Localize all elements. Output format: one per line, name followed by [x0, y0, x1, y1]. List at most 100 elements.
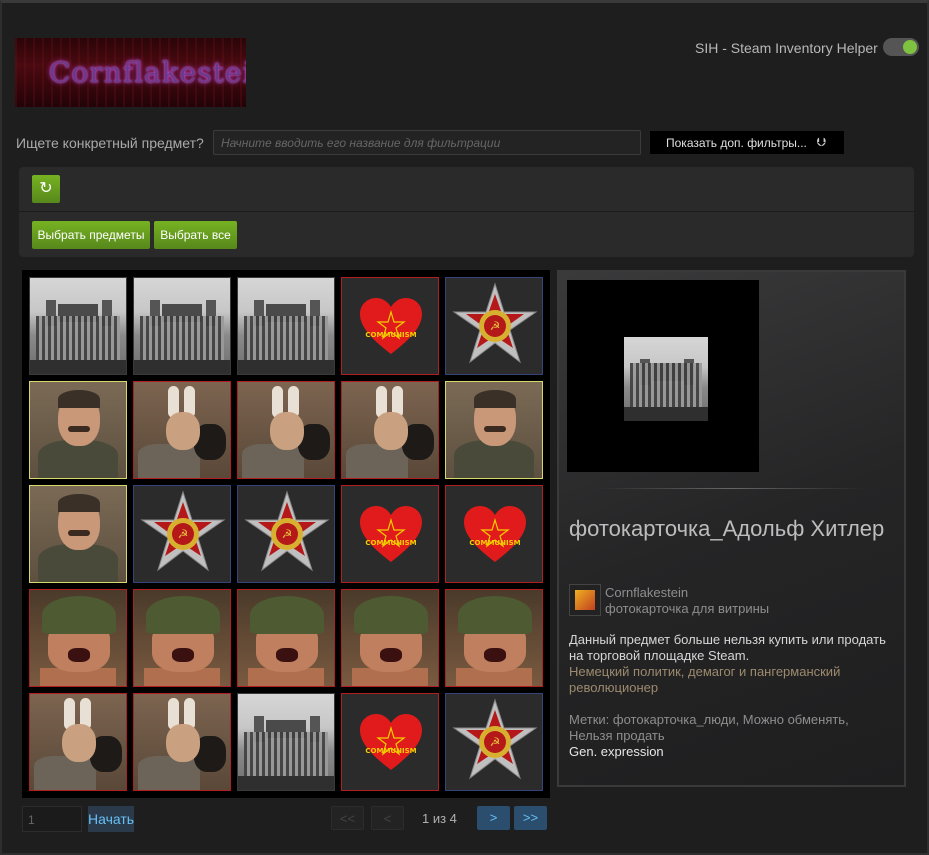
item-type: фотокарточка для витрины [605, 601, 770, 616]
tile-image-part [68, 648, 90, 662]
inventory-item-communism-heart[interactable]: COMMUNISM [445, 485, 543, 583]
inventory-item-war-medal[interactable]: ☭ [445, 693, 543, 791]
inventory-window: Cornflakestein SIH - Steam Inventory Hel… [0, 0, 929, 855]
item-image-box [567, 280, 759, 472]
inventory-item-reichstag[interactable] [133, 277, 231, 375]
inventory-item-war-medal[interactable]: ☭ [237, 485, 335, 583]
inventory-item-reichstag[interactable] [29, 277, 127, 375]
tile-image-part [36, 316, 120, 362]
tile-image-part [360, 298, 422, 354]
tile-image-part [360, 506, 422, 562]
tile-image-part: ☭ [490, 319, 501, 333]
tile-image-part [244, 316, 328, 362]
item-tags: Метки: фотокарточка_люди, Можно обменять… [569, 712, 849, 743]
inventory-item-stalin[interactable] [29, 485, 127, 583]
prev-page-button[interactable]: < [371, 806, 404, 830]
inventory-item-hitler-bunny[interactable] [237, 381, 335, 479]
filter-label: Ищете конкретный предмет? [16, 135, 204, 151]
item-flavor-text: Немецкий политик, демагог и пангермански… [569, 664, 841, 695]
next-page-button[interactable]: > [477, 806, 510, 830]
inventory-item-communism-heart[interactable]: COMMUNISM [341, 485, 439, 583]
item-expression: Gen. expression [569, 744, 664, 759]
tile-image-part: COMMUNISM [360, 298, 422, 354]
page-indicator: 1 из 4 [422, 811, 457, 826]
inventory-item-soldier[interactable] [445, 589, 543, 687]
go-to-page-button[interactable]: Начать [88, 806, 134, 832]
inventory-item-reichstag[interactable] [237, 693, 335, 791]
tile-image-part [346, 444, 408, 478]
image-detail [630, 363, 702, 409]
page-number-input[interactable]: 1 [22, 806, 82, 832]
action-panel: ↻ Выбрать предметы Выбрать все [19, 167, 914, 257]
select-items-button[interactable]: Выбрать предметы [32, 221, 150, 249]
inventory-item-soldier[interactable] [133, 589, 231, 687]
last-page-button[interactable]: >> [514, 806, 547, 830]
inventory-item-soldier[interactable] [237, 589, 335, 687]
toggle-knob [903, 40, 917, 54]
inventory-item-hitler-bunny[interactable] [29, 693, 127, 791]
tile-image-part: ☭ [452, 282, 538, 364]
tile-image-part [484, 648, 506, 662]
tile-image-part [238, 360, 334, 374]
inventory-item-stalin[interactable] [29, 381, 127, 479]
filter-input[interactable]: Начните вводить его название для фильтра… [213, 130, 641, 155]
tile-image-part: COMMUNISM [365, 539, 416, 547]
tile-image-part [464, 506, 526, 562]
tile-image-part [166, 412, 200, 450]
tile-image-part: ☭ [282, 527, 293, 541]
inventory-item-hitler-bunny[interactable] [341, 381, 439, 479]
tile-image-part [166, 724, 200, 762]
tile-image-part [238, 776, 334, 790]
tile-image-part: COMMUNISM [365, 331, 416, 339]
first-page-button[interactable]: << [331, 806, 364, 830]
tile-image-part: ☭ [490, 735, 501, 749]
inventory-item-war-medal[interactable]: ☭ [133, 485, 231, 583]
game-logo: Cornflakestein [15, 38, 246, 107]
tile-image-part [68, 530, 90, 536]
tile-image-part [138, 756, 200, 790]
more-filters-button[interactable]: Показать доп. фильтры... ⮋ [650, 131, 844, 154]
item-image [624, 337, 708, 421]
tile-image-part [34, 756, 96, 790]
tile-image-part [138, 444, 200, 478]
panel-divider [19, 211, 914, 212]
tile-image-part [474, 390, 516, 408]
tile-image-part: COMMUNISM [360, 714, 422, 772]
tile-image-part [242, 444, 304, 478]
inventory-item-war-medal[interactable]: ☭ [445, 277, 543, 375]
inventory-item-communism-heart[interactable]: COMMUNISM [341, 693, 439, 791]
inventory-grid: COMMUNISM ☭ ☭ ☭ COMMUNISM COMMUNISM COMMUNISM ☭ [22, 270, 550, 798]
inventory-item-hitler-bunny[interactable] [133, 381, 231, 479]
tile-image-part: COMMUNISM [360, 506, 422, 564]
chevron-down-icon: ⮋ [816, 135, 826, 149]
inventory-item-reichstag[interactable] [237, 277, 335, 375]
tile-image-part [360, 714, 422, 770]
tile-image-part [62, 724, 96, 762]
tile-image-part: COMMUNISM [464, 506, 526, 564]
sih-toggle[interactable] [883, 38, 919, 56]
item-name: фотокарточка_Адольф Хитлер [569, 516, 885, 541]
tile-image-part [58, 390, 100, 408]
game-name: Cornflakestein [605, 585, 689, 600]
tile-image-part: ☭ [140, 490, 226, 572]
tile-image-part [270, 412, 304, 450]
game-icon[interactable] [569, 584, 601, 616]
tile-image-part [134, 360, 230, 374]
tile-image-part [354, 596, 428, 634]
inventory-item-stalin[interactable] [445, 381, 543, 479]
game-icon-image [575, 590, 595, 610]
tile-image-part [276, 648, 298, 662]
inventory-item-communism-heart[interactable]: COMMUNISM [341, 277, 439, 375]
select-all-button[interactable]: Выбрать все [154, 221, 237, 249]
inventory-item-soldier[interactable] [341, 589, 439, 687]
inventory-item-hitler-bunny[interactable] [133, 693, 231, 791]
tile-image-part: COMMUNISM [464, 506, 526, 562]
refresh-button[interactable]: ↻ [32, 175, 60, 203]
tile-image-part: COMMUNISM [360, 506, 422, 562]
more-filters-label: Показать доп. фильтры... [666, 136, 807, 150]
inventory-item-soldier[interactable] [29, 589, 127, 687]
tile-image-part: COMMUNISM [365, 747, 416, 755]
tile-image-part [172, 648, 194, 662]
tile-image-part: COMMUNISM [360, 714, 422, 770]
tile-image-part: ☭ [452, 698, 538, 780]
